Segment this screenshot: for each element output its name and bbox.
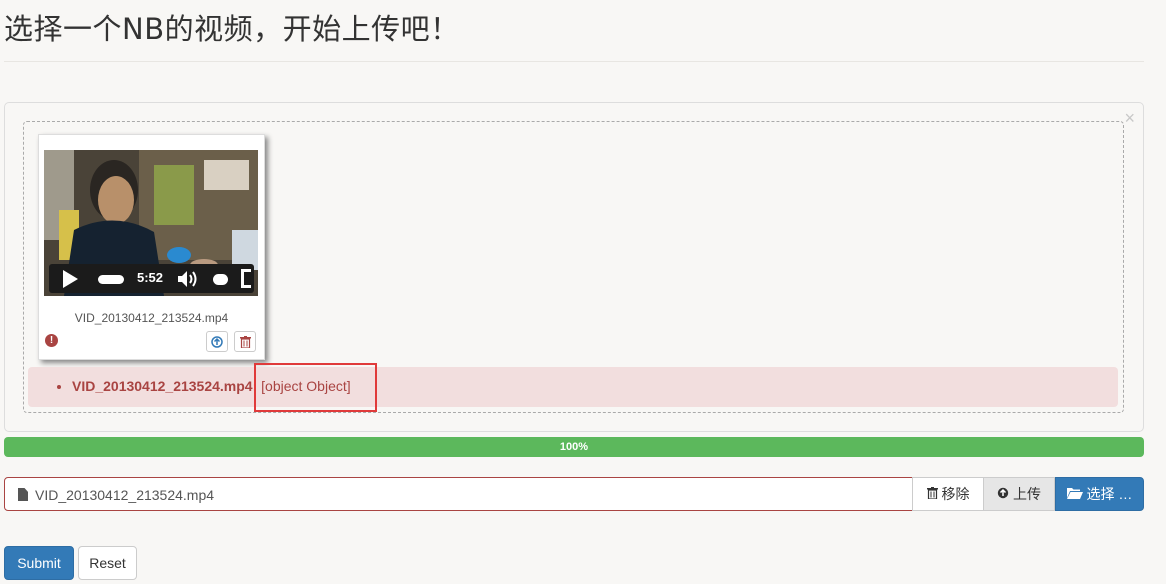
thumbnail-filename: VID_20130412_213524.mp4: [74, 311, 229, 325]
browse-label: 选择 …: [1086, 486, 1133, 502]
remove-button[interactable]: 移除: [912, 477, 984, 511]
upload-icon: [211, 336, 223, 348]
trash-icon: [926, 479, 938, 511]
file-input-group: VID_20130412_213524.mp4 移除 上传 选择 …: [4, 477, 1144, 511]
file-drop-zone[interactable]: 5:52 VID_20130412_213524.mp4 ! VID_20130…: [23, 121, 1124, 413]
remove-label: 移除: [941, 486, 970, 502]
play-icon[interactable]: [63, 270, 78, 288]
upload-progress-bar: 100%: [4, 437, 1144, 457]
file-caption-text: VID_20130412_213524.mp4: [35, 487, 215, 503]
upload-button[interactable]: 上传: [983, 477, 1055, 511]
volume-icon[interactable]: [177, 270, 201, 288]
thumbnail-delete-button[interactable]: [234, 331, 256, 352]
title-divider: [4, 61, 1144, 62]
video-controls: 5:52: [49, 264, 254, 293]
file-caption-field[interactable]: VID_20130412_213524.mp4: [4, 477, 913, 511]
error-filename: VID_20130412_213524.mp4: [72, 378, 253, 394]
close-icon[interactable]: ×: [1124, 109, 1135, 127]
reset-button[interactable]: Reset: [78, 546, 137, 580]
file-icon: [18, 488, 28, 501]
submit-button[interactable]: Submit: [4, 546, 74, 580]
annotation-highlight-box: [254, 363, 377, 412]
upload-icon: [997, 479, 1009, 511]
folder-open-icon: [1066, 479, 1083, 511]
browse-button[interactable]: 选择 …: [1055, 477, 1144, 511]
thumbnail-upload-button[interactable]: [206, 331, 228, 352]
trash-icon: [239, 336, 251, 349]
seek-slider[interactable]: [98, 275, 124, 284]
file-thumbnail: 5:52 VID_20130412_213524.mp4 !: [38, 134, 265, 360]
upload-error-message: VID_20130412_213524.mp4: [object Object]: [28, 367, 1118, 407]
progress-fill: 100%: [4, 437, 1144, 457]
error-icon: !: [45, 334, 58, 347]
page-title: 选择一个NB的视频，开始上传吧！: [4, 12, 460, 46]
fullscreen-icon[interactable]: [241, 269, 251, 288]
video-time: 5:52: [137, 270, 164, 285]
upload-label: 上传: [1013, 486, 1041, 502]
volume-slider[interactable]: [213, 274, 228, 285]
file-preview-panel: × 5:52 VID_20130412_213524.mp4 ! • VID_2…: [4, 102, 1144, 432]
